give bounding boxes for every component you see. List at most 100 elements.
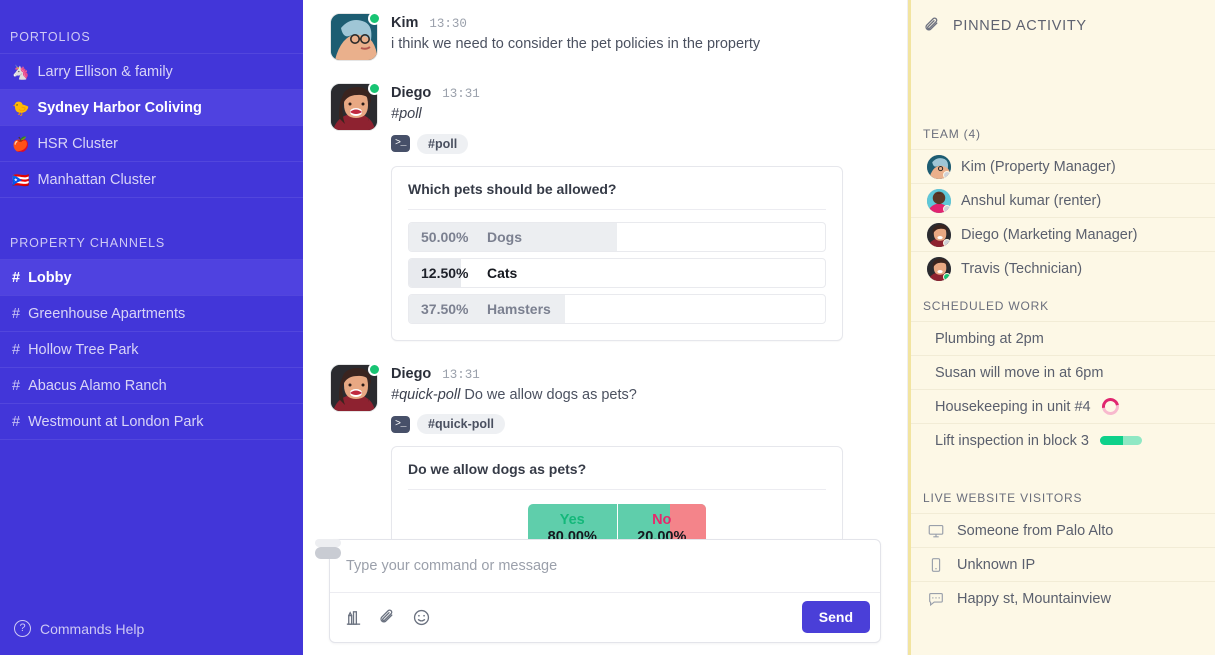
message-item: Diego 13:31 #poll >_ #poll Which pets sh… bbox=[303, 82, 907, 341]
command-chip-label: #quick-poll bbox=[417, 414, 505, 435]
poll-option-content: 50.00% Dogs bbox=[409, 229, 522, 245]
composer-box: Type your command or message Send bbox=[329, 539, 881, 643]
question-circle-icon: ? bbox=[14, 620, 31, 637]
message-author: Diego bbox=[391, 365, 432, 382]
desktop-icon bbox=[927, 522, 946, 540]
commands-help-button[interactable]: ? Commands Help bbox=[0, 620, 303, 655]
apple-icon: 🍎 bbox=[12, 135, 30, 152]
poll-card: Which pets should be allowed? 50.00% Dog… bbox=[391, 165, 843, 341]
chick-icon: 🐤 bbox=[12, 99, 30, 116]
avatar bbox=[927, 154, 951, 179]
team-member-label: Anshul kumar (renter) bbox=[961, 192, 1102, 209]
message-body: Diego 13:31 #quick-poll Do we allow dogs… bbox=[391, 365, 887, 539]
unicorn-icon: 🦄 bbox=[12, 63, 30, 80]
terminal-icon: >_ bbox=[391, 135, 410, 153]
flag-icon: 🇵🇷 bbox=[12, 171, 30, 188]
sidebar-item-manhattan-cluster[interactable]: 🇵🇷 Manhattan Cluster bbox=[0, 161, 303, 198]
scrollbar-track[interactable] bbox=[315, 539, 341, 547]
avatar[interactable] bbox=[331, 362, 381, 411]
presence-dot-offline bbox=[943, 238, 951, 247]
paperclip-icon[interactable] bbox=[378, 607, 398, 627]
quick-poll-bar-wrap: Yes 80.00% No 20.00% bbox=[408, 504, 826, 539]
message-header: Diego 13:31 bbox=[391, 85, 887, 101]
message-header: Kim 13:30 bbox=[391, 15, 887, 31]
visitor-item[interactable]: Someone from Palo Alto bbox=[911, 513, 1215, 547]
poll-option-row[interactable]: 37.50% Hamsters bbox=[408, 293, 826, 324]
chat-bubble-icon bbox=[927, 590, 946, 608]
message-list: Kim 13:30 i think we need to consider th… bbox=[303, 0, 907, 539]
visitor-item[interactable]: Unknown IP bbox=[911, 547, 1215, 581]
message-trailing-text: Do we allow dogs as pets? bbox=[460, 386, 637, 403]
sidebar-section-portfolios-title: PORTOLIOS bbox=[10, 30, 91, 44]
sidebar-item-larry-ellison[interactable]: 🦄 Larry Ellison & family bbox=[0, 53, 303, 90]
avatar bbox=[927, 222, 951, 247]
message-text: #quick-poll Do we allow dogs as pets? bbox=[391, 386, 887, 406]
team-member-travis[interactable]: Travis (Technician) bbox=[911, 251, 1215, 285]
sidebar-item-label: Greenhouse Apartments bbox=[28, 305, 186, 322]
team-member-diego[interactable]: Diego (Marketing Manager) bbox=[911, 217, 1215, 251]
quick-poll-yes-label: Yes bbox=[559, 511, 585, 528]
scheduled-work-item[interactable]: Plumbing at 2pm bbox=[911, 321, 1215, 355]
smiley-icon[interactable] bbox=[412, 607, 432, 627]
message-command: #quick-poll bbox=[391, 386, 461, 403]
message-author: Kim bbox=[391, 15, 419, 31]
hash-icon: # bbox=[12, 377, 21, 394]
quick-poll-no-segment[interactable]: No 20.00% bbox=[616, 504, 707, 539]
visitor-label: Unknown IP bbox=[957, 556, 1036, 573]
poll-option-row[interactable]: 50.00% Dogs bbox=[408, 221, 826, 252]
sidebar-item-label: Sydney Harbor Coliving bbox=[37, 99, 202, 116]
progress-bar bbox=[1099, 436, 1142, 445]
message-text: i think we need to consider the pet poli… bbox=[391, 36, 761, 52]
quick-poll-bar: Yes 80.00% No 20.00% bbox=[528, 504, 706, 539]
poll-option-label: Cats bbox=[487, 264, 518, 281]
paperclip-icon bbox=[923, 16, 942, 35]
mobile-icon bbox=[927, 556, 946, 574]
commands-help-label: Commands Help bbox=[40, 620, 145, 637]
send-button[interactable]: Send bbox=[801, 601, 870, 633]
sidebar-item-westmount-at-london-park[interactable]: # Westmount at London Park bbox=[0, 403, 303, 440]
message-body: Kim 13:30 i think we need to consider th… bbox=[391, 14, 887, 60]
sidebar-item-hollow-tree-park[interactable]: # Hollow Tree Park bbox=[0, 331, 303, 368]
presence-dot-online bbox=[368, 362, 381, 376]
hash-icon: # bbox=[12, 269, 21, 286]
sidebar-item-label: Hollow Tree Park bbox=[28, 341, 139, 358]
sidebar-item-greenhouse-apartments[interactable]: # Greenhouse Apartments bbox=[0, 295, 303, 332]
quick-poll-question: Do we allow dogs as pets? bbox=[408, 461, 826, 491]
team-member-anshul-kumar[interactable]: Anshul kumar (renter) bbox=[911, 183, 1215, 217]
avatar[interactable] bbox=[331, 82, 381, 130]
scheduled-work-item[interactable]: Lift inspection in block 3 bbox=[911, 423, 1215, 457]
command-chip: >_ #poll bbox=[391, 133, 887, 154]
team-member-kim[interactable]: Kim (Property Manager) bbox=[911, 149, 1215, 183]
presence-dot-online bbox=[368, 12, 381, 25]
visitor-label: Happy st, Mountainview bbox=[957, 590, 1111, 607]
scheduled-work-label: Housekeeping in unit #4 bbox=[935, 398, 1091, 415]
command-chip: >_ #quick-poll bbox=[391, 414, 887, 435]
sidebar-item-abacus-alamo-ranch[interactable]: # Abacus Alamo Ranch bbox=[0, 367, 303, 404]
scrollbar-thumb[interactable] bbox=[315, 547, 341, 559]
sidebar-item-sydney-harbor-coliving[interactable]: 🐤 Sydney Harbor Coliving bbox=[0, 89, 303, 126]
quick-poll-yes-segment[interactable]: Yes 80.00% bbox=[528, 504, 617, 539]
sidebar-item-lobby[interactable]: # Lobby bbox=[0, 259, 303, 296]
poll-option-row[interactable]: 12.50% Cats bbox=[408, 257, 826, 288]
avatar bbox=[927, 188, 951, 213]
scheduled-work-item[interactable]: Housekeeping in unit #4 bbox=[911, 389, 1215, 423]
chart-icon[interactable] bbox=[344, 607, 364, 627]
scheduled-work-label: Susan will move in at 6pm bbox=[935, 364, 1104, 381]
avatar[interactable] bbox=[331, 12, 381, 60]
sidebar-item-hsr-cluster[interactable]: 🍎 HSR Cluster bbox=[0, 125, 303, 162]
terminal-icon: >_ bbox=[391, 415, 410, 433]
scheduled-work-item[interactable]: Susan will move in at 6pm bbox=[911, 355, 1215, 389]
message-input[interactable]: Type your command or message bbox=[330, 540, 880, 593]
message-item: Diego 13:31 #quick-poll Do we allow dogs… bbox=[303, 362, 907, 539]
message-text: #poll bbox=[391, 105, 887, 125]
visitor-item[interactable]: Happy st, Mountainview bbox=[911, 581, 1215, 615]
poll-option-label: Hamsters bbox=[487, 300, 551, 317]
team-member-label: Diego (Marketing Manager) bbox=[961, 226, 1138, 243]
presence-dot-online bbox=[943, 272, 951, 281]
command-chip-label: #poll bbox=[417, 133, 469, 154]
sidebar-item-label: Abacus Alamo Ranch bbox=[28, 377, 167, 394]
sidebar-item-label: Larry Ellison & family bbox=[37, 63, 173, 80]
message-timestamp: 13:30 bbox=[429, 17, 467, 31]
message-command: #poll bbox=[391, 106, 422, 122]
presence-dot-offline bbox=[943, 204, 951, 213]
